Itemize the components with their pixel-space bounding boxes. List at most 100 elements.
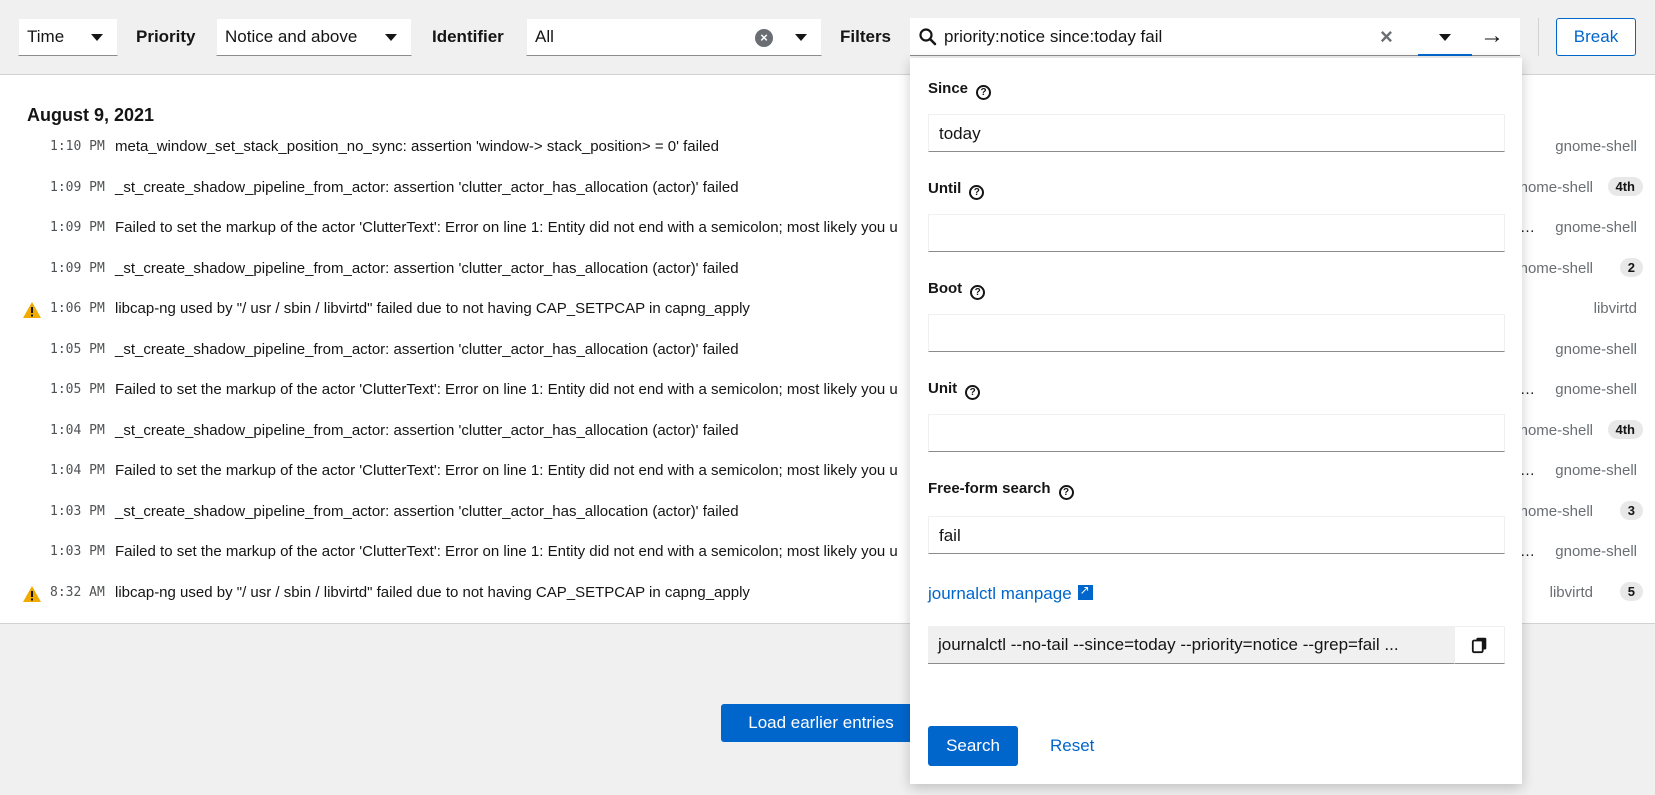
- unit-label: Unit?: [928, 380, 981, 400]
- help-icon[interactable]: ?: [970, 285, 986, 300]
- truncation-ellipsis: …: [1520, 381, 1535, 398]
- chevron-down-icon: [91, 34, 103, 41]
- since-input[interactable]: today: [928, 114, 1505, 152]
- help-icon[interactable]: ?: [965, 385, 981, 400]
- close-icon[interactable]: ×: [1380, 24, 1393, 50]
- log-time: 1:09 PM: [50, 220, 105, 235]
- log-time: 1:06 PM: [50, 301, 105, 316]
- log-identifier: libvirtd: [1549, 583, 1593, 601]
- count-badge: 2: [1619, 257, 1643, 277]
- command-display: journalctl --no-tail --since=today --pri…: [928, 626, 1505, 664]
- log-time: 1:09 PM: [50, 260, 105, 276]
- identifier-select[interactable]: All ×: [526, 18, 822, 56]
- chevron-down-icon: [385, 34, 397, 41]
- warning-icon: [23, 302, 41, 318]
- log-identifier: gnome-shell: [1511, 421, 1593, 439]
- manpage-link-text[interactable]: journalctl manpage: [928, 584, 1072, 603]
- priority-select[interactable]: Notice and above: [216, 18, 412, 56]
- clear-icon[interactable]: ×: [755, 29, 773, 47]
- until-label-text: Until: [928, 180, 962, 197]
- filter-input[interactable]: priority:notice since:today fail × →: [910, 18, 1520, 56]
- log-message: _st_create_shadow_pipeline_from_actor: a…: [115, 340, 739, 358]
- log-time: 1:09 PM: [50, 179, 105, 195]
- since-label-text: Since: [928, 80, 969, 97]
- since-label: Since?: [928, 80, 992, 100]
- identifier-label: Identifier: [432, 27, 504, 46]
- filter-query[interactable]: priority:notice since:today fail: [944, 27, 1162, 47]
- log-message: libcap-ng used by "/ usr / sbin / libvir…: [115, 583, 750, 601]
- log-identifier: gnome-shell: [1511, 178, 1593, 196]
- search-icon: [919, 28, 937, 46]
- log-time: 1:05 PM: [50, 341, 105, 357]
- log-identifier: libvirtd: [1593, 300, 1637, 317]
- priority-select-value: Notice and above: [225, 27, 358, 46]
- log-time: 1:03 PM: [50, 544, 105, 559]
- reset-button[interactable]: Reset: [1050, 736, 1094, 756]
- log-message: Failed to set the markup of the actor 'C…: [115, 381, 898, 398]
- manpage-link[interactable]: journalctl manpage: [928, 583, 1093, 604]
- count-badge: 4th: [1607, 419, 1643, 439]
- time-select-value: Time: [27, 27, 65, 46]
- freeform-label: Free-form search?: [928, 480, 1074, 500]
- chevron-down-icon: [795, 34, 807, 41]
- warning-icon: [23, 585, 41, 602]
- log-message: Failed to set the markup of the actor 'C…: [115, 543, 898, 560]
- search-button[interactable]: Search: [928, 726, 1018, 766]
- log-time: 1:04 PM: [50, 463, 105, 478]
- load-earlier-button[interactable]: Load earlier entries: [721, 704, 921, 742]
- help-icon[interactable]: ?: [969, 185, 985, 200]
- boot-input[interactable]: [928, 314, 1505, 352]
- log-message: _st_create_shadow_pipeline_from_actor: a…: [115, 421, 739, 439]
- log-time: 8:32 AM: [50, 584, 105, 600]
- log-time: 1:04 PM: [50, 422, 105, 438]
- freeform-input[interactable]: fail: [928, 516, 1505, 554]
- priority-label: Priority: [136, 27, 196, 46]
- log-message: _st_create_shadow_pipeline_from_actor: a…: [115, 178, 739, 196]
- log-message: libcap-ng used by "/ usr / sbin / libvir…: [115, 300, 750, 317]
- filter-popover: Since? today Until? Boot? Unit? Free-for…: [910, 58, 1522, 784]
- until-input[interactable]: [928, 214, 1505, 252]
- truncation-ellipsis: …: [1520, 219, 1535, 236]
- filters-label: Filters: [840, 27, 892, 46]
- count-badge: 4th: [1607, 176, 1643, 196]
- log-identifier: gnome-shell: [1555, 381, 1637, 398]
- log-time: 1:10 PM: [50, 139, 105, 154]
- log-identifier: gnome-shell: [1511, 259, 1593, 277]
- truncation-ellipsis: …: [1520, 462, 1535, 479]
- arrow-right-icon[interactable]: →: [1480, 22, 1504, 50]
- log-identifier: gnome-shell: [1555, 543, 1637, 560]
- date-header: August 9, 2021: [27, 105, 155, 125]
- log-time: 1:03 PM: [50, 503, 105, 519]
- log-message: Failed to set the markup of the actor 'C…: [115, 219, 898, 236]
- break-button[interactable]: Break: [1556, 18, 1636, 56]
- truncation-ellipsis: …: [1520, 543, 1535, 560]
- log-message: _st_create_shadow_pipeline_from_actor: a…: [115, 502, 739, 520]
- filter-dropdown-toggle[interactable]: [1418, 18, 1472, 56]
- boot-label: Boot?: [928, 280, 986, 300]
- log-identifier: gnome-shell: [1555, 219, 1637, 236]
- boot-label-text: Boot: [928, 280, 963, 297]
- help-icon[interactable]: ?: [976, 85, 992, 100]
- count-badge: 5: [1619, 581, 1643, 601]
- until-label: Until?: [928, 180, 985, 200]
- freeform-label-text: Free-form search: [928, 480, 1051, 497]
- log-time: 1:05 PM: [50, 382, 105, 397]
- unit-input[interactable]: [928, 414, 1505, 452]
- help-icon[interactable]: ?: [1058, 485, 1074, 500]
- log-identifier: gnome-shell: [1555, 138, 1637, 155]
- count-badge: 3: [1619, 500, 1643, 520]
- copy-icon: [1471, 637, 1487, 654]
- divider: [1538, 18, 1539, 56]
- copy-button[interactable]: [1454, 626, 1505, 664]
- external-link-icon: [1077, 583, 1093, 600]
- log-message: meta_window_set_stack_position_no_sync: …: [115, 138, 719, 155]
- chevron-down-icon: [1439, 34, 1451, 41]
- log-identifier: gnome-shell: [1511, 502, 1593, 520]
- log-identifier: gnome-shell: [1555, 462, 1637, 479]
- time-select[interactable]: Time: [18, 18, 118, 56]
- identifier-select-value: All: [535, 27, 554, 46]
- unit-label-text: Unit: [928, 380, 958, 397]
- log-message: _st_create_shadow_pipeline_from_actor: a…: [115, 259, 739, 277]
- log-identifier: gnome-shell: [1555, 340, 1637, 358]
- log-message: Failed to set the markup of the actor 'C…: [115, 462, 898, 479]
